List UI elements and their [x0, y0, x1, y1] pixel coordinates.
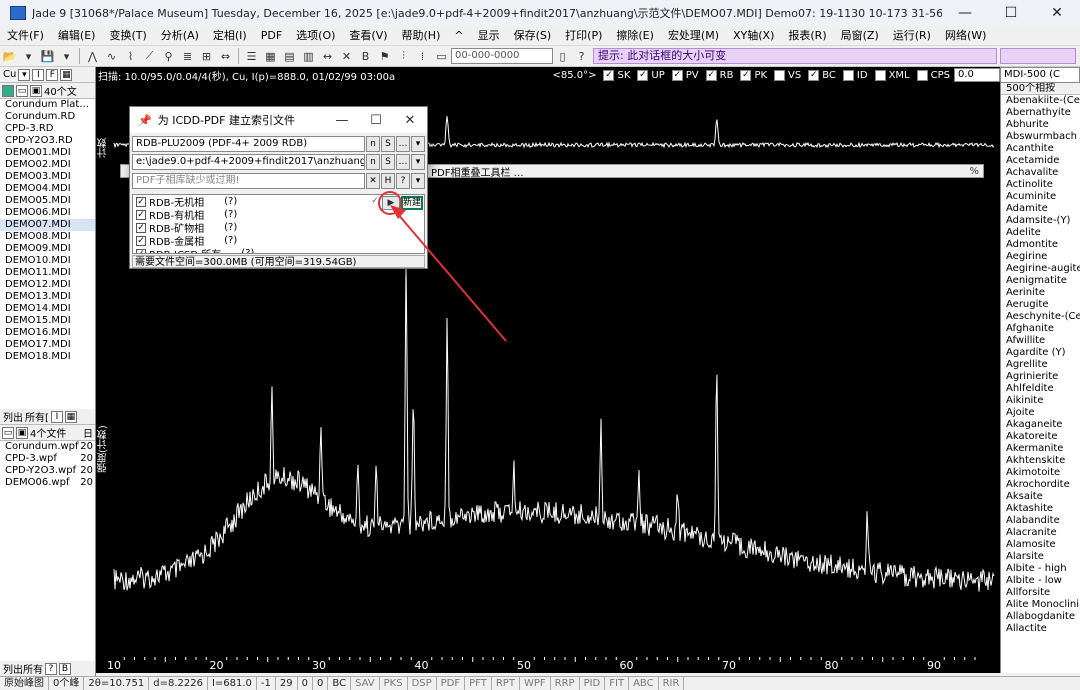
annotation-arrow	[396, 212, 507, 342]
annotation-arrowhead	[390, 205, 406, 219]
annotation-arrow-layer	[390, 205, 507, 342]
